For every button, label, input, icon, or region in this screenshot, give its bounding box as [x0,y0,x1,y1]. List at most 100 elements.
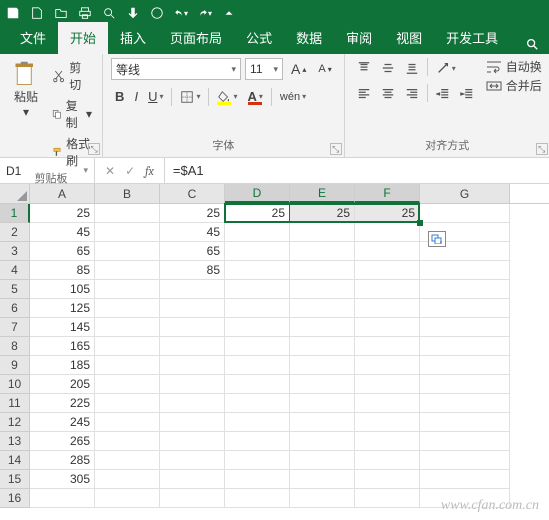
cell-B13[interactable] [95,432,160,451]
cell-E15[interactable] [290,470,355,489]
align-left-icon[interactable] [353,84,375,104]
tab-developer[interactable]: 开发工具 [434,22,510,54]
cell-D4[interactable] [225,261,290,280]
cell-A9[interactable]: 185 [30,356,95,375]
tab-insert[interactable]: 插入 [108,22,158,54]
cell-C12[interactable] [160,413,225,432]
cell-F7[interactable] [355,318,420,337]
row-header-12[interactable]: 12 [0,413,30,432]
cell-A1[interactable]: 25 [30,204,95,223]
cell-F8[interactable] [355,337,420,356]
cell-E1[interactable]: 25 [290,204,355,223]
cell-F13[interactable] [355,432,420,451]
column-header-B[interactable]: B [95,184,160,203]
copy-button[interactable]: 复制▾ [50,96,94,132]
cell-A12[interactable]: 245 [30,413,95,432]
cell-F9[interactable] [355,356,420,375]
row-header-10[interactable]: 10 [0,375,30,394]
cell-C14[interactable] [160,451,225,470]
tab-view[interactable]: 视图 [384,22,434,54]
quick-print-icon[interactable] [78,6,92,20]
select-all-corner[interactable] [0,184,30,203]
autofill-options-button[interactable] [428,231,446,247]
cell-E9[interactable] [290,356,355,375]
spelling-icon[interactable] [150,6,164,20]
cell-E16[interactable] [290,489,355,508]
save-icon[interactable] [6,6,20,20]
cell-D5[interactable] [225,280,290,299]
align-top-icon[interactable] [353,58,375,78]
cut-button[interactable]: 剪切 [50,58,94,94]
touch-mode-icon[interactable] [126,6,140,20]
cell-B8[interactable] [95,337,160,356]
insert-function-icon[interactable]: fx [145,164,154,178]
cell-G11[interactable] [420,394,510,413]
cell-B5[interactable] [95,280,160,299]
cell-E4[interactable] [290,261,355,280]
cell-G13[interactable] [420,432,510,451]
row-header-5[interactable]: 5 [0,280,30,299]
align-center-icon[interactable] [377,84,399,104]
cell-A6[interactable]: 125 [30,299,95,318]
cell-A2[interactable]: 45 [30,223,95,242]
enter-formula-icon[interactable]: ✓ [125,164,135,178]
cell-A11[interactable]: 225 [30,394,95,413]
cell-E13[interactable] [290,432,355,451]
cell-E10[interactable] [290,375,355,394]
cell-C2[interactable]: 45 [160,223,225,242]
cell-C4[interactable]: 85 [160,261,225,280]
row-header-3[interactable]: 3 [0,242,30,261]
underline-button[interactable]: U▾ [144,86,167,107]
cell-A16[interactable] [30,489,95,508]
cell-B10[interactable] [95,375,160,394]
row-header-16[interactable]: 16 [0,489,30,508]
customize-qat-icon[interactable] [222,6,236,20]
font-launcher-icon[interactable]: ⤡ [330,143,342,155]
cell-C3[interactable]: 65 [160,242,225,261]
print-preview-icon[interactable] [102,6,116,20]
cell-A5[interactable]: 105 [30,280,95,299]
align-middle-icon[interactable] [377,58,399,78]
cell-G8[interactable] [420,337,510,356]
phonetic-button[interactable]: wén▾ [276,88,310,106]
cell-A3[interactable]: 65 [30,242,95,261]
cell-C11[interactable] [160,394,225,413]
cell-G15[interactable] [420,470,510,489]
cell-A8[interactable]: 165 [30,337,95,356]
cell-D14[interactable] [225,451,290,470]
font-size-combo[interactable]: 11▾ [245,58,283,80]
cell-B14[interactable] [95,451,160,470]
cell-C8[interactable] [160,337,225,356]
cell-D13[interactable] [225,432,290,451]
tell-me-search-icon[interactable] [515,37,549,54]
cell-D6[interactable] [225,299,290,318]
row-header-13[interactable]: 13 [0,432,30,451]
row-header-4[interactable]: 4 [0,261,30,280]
cell-E7[interactable] [290,318,355,337]
cell-G7[interactable] [420,318,510,337]
cell-G4[interactable] [420,261,510,280]
column-header-C[interactable]: C [160,184,225,203]
cell-D10[interactable] [225,375,290,394]
cell-F3[interactable] [355,242,420,261]
clipboard-launcher-icon[interactable]: ⤡ [88,143,100,155]
cancel-formula-icon[interactable]: ✕ [105,164,115,178]
redo-icon[interactable]: ▾ [198,6,212,20]
cell-C7[interactable] [160,318,225,337]
font-name-combo[interactable]: 等线▾ [111,58,241,80]
cell-G5[interactable] [420,280,510,299]
formula-input[interactable] [165,158,549,183]
cell-B7[interactable] [95,318,160,337]
cell-D1[interactable]: 25 [225,204,290,223]
row-header-1[interactable]: 1 [0,204,30,223]
cell-C13[interactable] [160,432,225,451]
cell-G14[interactable] [420,451,510,470]
open-icon[interactable] [54,6,68,20]
borders-button[interactable]: ▾ [176,87,204,107]
cell-C1[interactable]: 25 [160,204,225,223]
tab-formulas[interactable]: 公式 [234,22,284,54]
bold-button[interactable]: B [111,86,128,107]
column-header-E[interactable]: E [290,184,355,203]
cell-F6[interactable] [355,299,420,318]
row-header-6[interactable]: 6 [0,299,30,318]
